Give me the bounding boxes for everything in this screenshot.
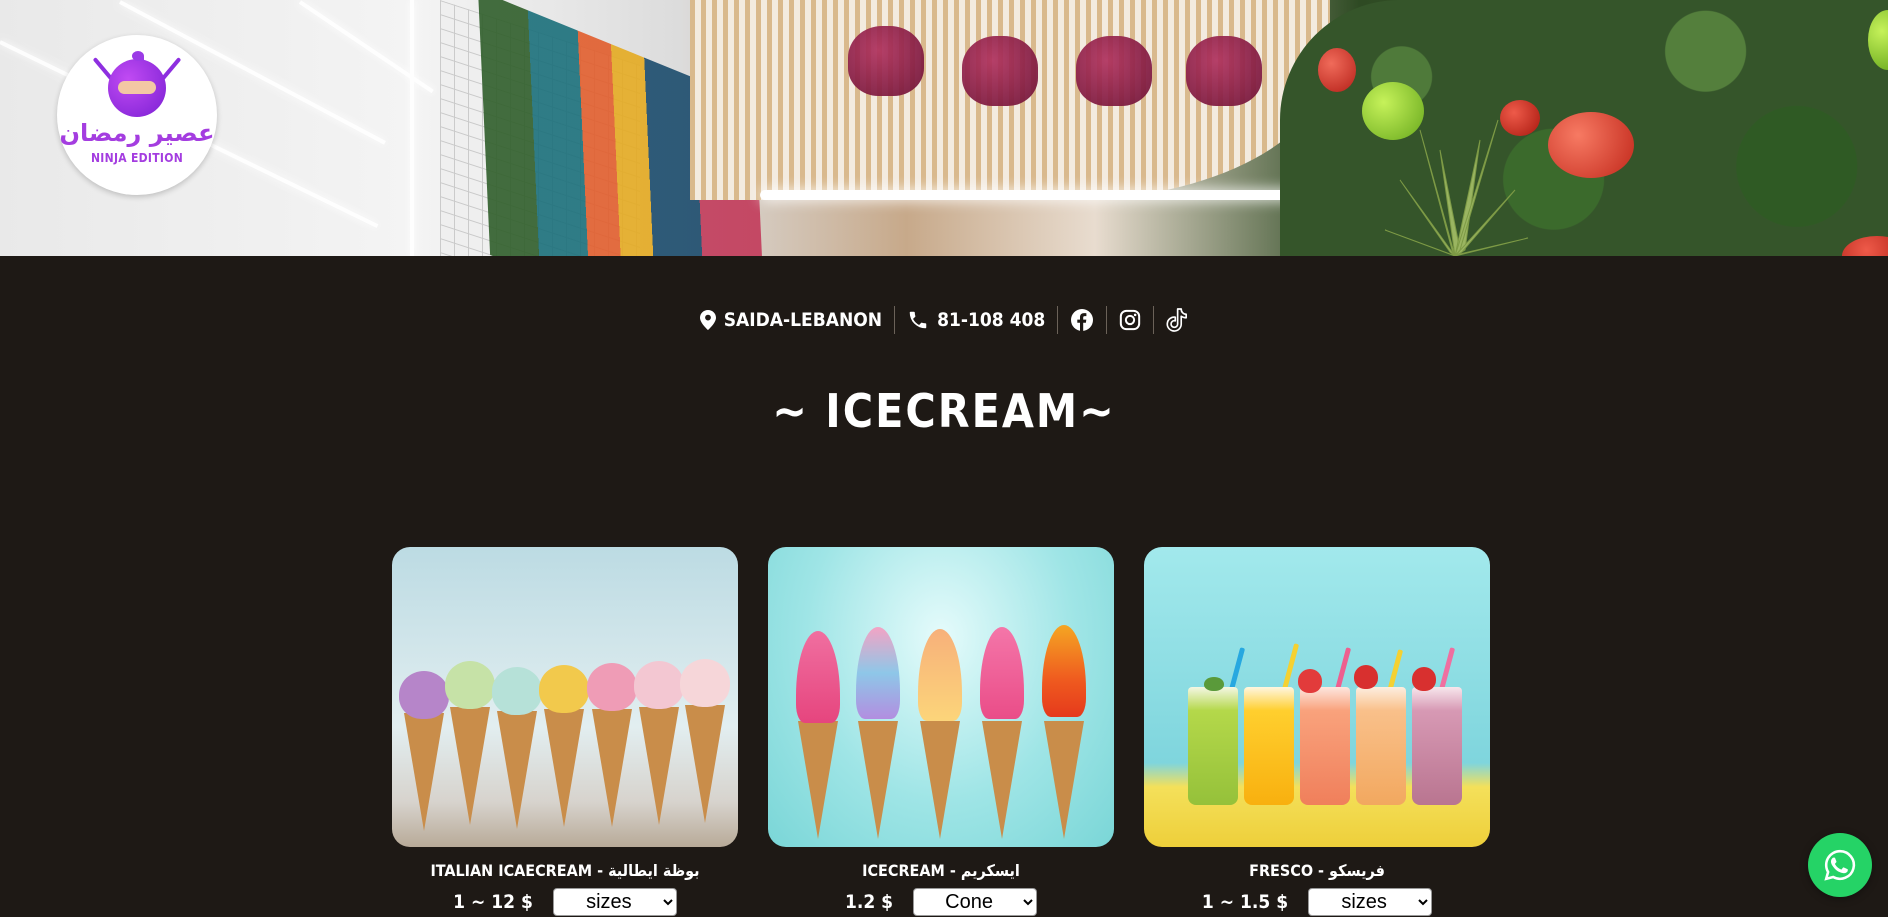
tiktok-icon xyxy=(1166,308,1188,332)
facebook-link[interactable] xyxy=(1058,308,1106,332)
tiktok-link[interactable] xyxy=(1154,308,1200,332)
price-row: 1 ~ 12 $ sizes xyxy=(453,888,677,916)
pink-chair xyxy=(962,36,1038,106)
instagram-link[interactable] xyxy=(1107,308,1153,332)
logo-edition: NINJA EDITION xyxy=(90,151,184,165)
product-price: 1 ~ 1.5 $ xyxy=(1201,891,1289,913)
product-price: 1.2 $ xyxy=(844,891,894,913)
product-card[interactable]: ITALIAN ICAECREAM - بوظة ايطالية 1 ~ 12 … xyxy=(392,547,738,916)
instagram-icon xyxy=(1120,309,1141,331)
tomato-decoration xyxy=(1318,48,1356,92)
location-text: SAIDA-LEBANON xyxy=(723,309,883,331)
tomato-decoration xyxy=(1548,112,1634,178)
ninja-fruit-icon xyxy=(108,51,166,117)
logo-arabic-name: عصير رمضان xyxy=(59,119,215,147)
pink-chair xyxy=(1076,36,1152,106)
product-image-italian-icecream[interactable] xyxy=(392,547,738,847)
type-select[interactable]: Cone xyxy=(913,888,1038,916)
section-title: ~ ICECREAM~ xyxy=(772,384,1116,438)
whatsapp-icon xyxy=(1824,849,1856,881)
contact-bar: SAIDA-LEBANON 81-108 408 xyxy=(0,306,1888,334)
price-row: 1 ~ 1.5 $ sizes xyxy=(1201,888,1433,916)
product-image-icecream-cone[interactable] xyxy=(768,547,1114,847)
brand-logo[interactable]: عصير رمضان NINJA EDITION xyxy=(57,35,217,195)
price-row: 1.2 $ Cone xyxy=(844,888,1038,916)
pink-chair xyxy=(848,26,924,96)
product-price: 1 ~ 12 $ xyxy=(453,891,533,913)
floor-light-strip xyxy=(760,190,1320,200)
whatsapp-button[interactable] xyxy=(1808,833,1872,897)
phone-link[interactable]: 81-108 408 xyxy=(895,308,1057,332)
product-name: ITALIAN ICAECREAM - بوظة ايطالية xyxy=(430,861,700,880)
location-link[interactable]: SAIDA-LEBANON xyxy=(688,308,894,332)
pink-chair xyxy=(1186,36,1262,106)
product-grid: ITALIAN ICAECREAM - بوظة ايطالية 1 ~ 12 … xyxy=(392,547,1496,916)
product-image-fresco[interactable] xyxy=(1144,547,1490,847)
product-name: FRESCO - فريسكو xyxy=(1249,861,1385,880)
hero-banner xyxy=(0,0,1888,256)
product-name: ICECREAM - ايسكريم xyxy=(862,861,1020,880)
phone-text: 81-108 408 xyxy=(937,309,1046,331)
location-pin-icon xyxy=(699,310,716,330)
facebook-icon xyxy=(1071,309,1094,331)
size-select[interactable]: sizes xyxy=(552,888,677,916)
succulent-plant xyxy=(1384,119,1529,256)
product-card[interactable]: FRESCO - فريسكو 1 ~ 1.5 $ sizes xyxy=(1144,547,1490,916)
product-card[interactable]: ICECREAM - ايسكريم 1.2 $ Cone xyxy=(768,547,1114,916)
size-select[interactable]: sizes xyxy=(1308,888,1433,916)
phone-icon xyxy=(909,311,927,329)
